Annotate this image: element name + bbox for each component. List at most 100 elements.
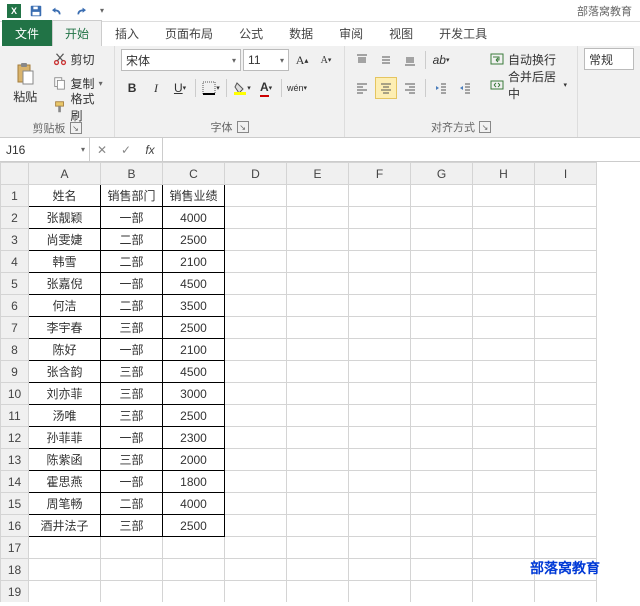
font-launcher[interactable]: ↘ [237,121,249,133]
row-header-15[interactable]: 15 [1,493,29,515]
cell-G9[interactable] [411,361,473,383]
cell-F15[interactable] [349,493,411,515]
cell-F8[interactable] [349,339,411,361]
cell-D8[interactable] [225,339,287,361]
cell-B8[interactable]: 一部 [101,339,163,361]
cell-H18[interactable] [473,559,535,581]
font-size-combo[interactable]: 11▾ [243,49,289,71]
cell-C5[interactable]: 4500 [163,273,225,295]
row-header-10[interactable]: 10 [1,383,29,405]
cell-C11[interactable]: 2500 [163,405,225,427]
cell-A19[interactable] [29,581,101,603]
cell-A9[interactable]: 张含韵 [29,361,101,383]
worksheet-grid[interactable]: ABCDEFGHI1姓名销售部门销售业绩2张靓颖一部40003尚雯婕二部2500… [0,162,640,602]
cell-D13[interactable] [225,449,287,471]
cell-E5[interactable] [287,273,349,295]
cell-G6[interactable] [411,295,473,317]
tab-3[interactable]: 公式 [226,20,276,46]
cell-G15[interactable] [411,493,473,515]
cell-B7[interactable]: 三部 [101,317,163,339]
clipboard-launcher[interactable]: ↘ [70,122,82,134]
tab-2[interactable]: 页面布局 [152,20,226,46]
cell-B3[interactable]: 二部 [101,229,163,251]
row-header-6[interactable]: 6 [1,295,29,317]
cell-A14[interactable]: 霍思燕 [29,471,101,493]
cell-A4[interactable]: 韩雪 [29,251,101,273]
grow-font-button[interactable]: A▴ [291,49,313,71]
cell-C10[interactable]: 3000 [163,383,225,405]
number-format-combo[interactable]: 常规 [584,48,634,70]
cell-C18[interactable] [163,559,225,581]
align-left-button[interactable] [351,77,373,99]
cell-B1[interactable]: 销售部门 [101,185,163,207]
cell-F11[interactable] [349,405,411,427]
alignment-launcher[interactable]: ↘ [479,121,491,133]
cell-B4[interactable]: 二部 [101,251,163,273]
cell-G10[interactable] [411,383,473,405]
col-header-F[interactable]: F [349,163,411,185]
cell-B18[interactable] [101,559,163,581]
cell-I3[interactable] [535,229,597,251]
wrap-text-button[interactable]: 自动换行 [486,48,571,70]
cell-G8[interactable] [411,339,473,361]
cell-D9[interactable] [225,361,287,383]
col-header-B[interactable]: B [101,163,163,185]
cell-A12[interactable]: 孙菲菲 [29,427,101,449]
cell-C2[interactable]: 4000 [163,207,225,229]
cell-C9[interactable]: 4500 [163,361,225,383]
cell-B16[interactable]: 三部 [101,515,163,537]
cell-A16[interactable]: 酒井法子 [29,515,101,537]
align-middle-button[interactable] [375,49,397,71]
col-header-A[interactable]: A [29,163,101,185]
cell-H17[interactable] [473,537,535,559]
row-header-19[interactable]: 19 [1,581,29,603]
cell-A7[interactable]: 李宇春 [29,317,101,339]
cell-D4[interactable] [225,251,287,273]
row-header-5[interactable]: 5 [1,273,29,295]
cell-C15[interactable]: 4000 [163,493,225,515]
cancel-button[interactable]: ✕ [90,138,114,161]
cell-B10[interactable]: 三部 [101,383,163,405]
font-color-button[interactable]: A▾ [255,77,277,99]
qat-customize[interactable]: ▾ [92,2,112,20]
cell-C1[interactable]: 销售业绩 [163,185,225,207]
undo-button[interactable] [48,2,68,20]
decrease-indent-button[interactable] [430,77,452,99]
cut-button[interactable]: 剪切 [49,48,109,70]
cell-E7[interactable] [287,317,349,339]
cell-F13[interactable] [349,449,411,471]
cell-D6[interactable] [225,295,287,317]
enter-button[interactable]: ✓ [114,138,138,161]
cell-I2[interactable] [535,207,597,229]
cell-G1[interactable] [411,185,473,207]
cell-E11[interactable] [287,405,349,427]
cell-D16[interactable] [225,515,287,537]
cell-H15[interactable] [473,493,535,515]
tab-5[interactable]: 审阅 [326,20,376,46]
cell-I7[interactable] [535,317,597,339]
row-header-14[interactable]: 14 [1,471,29,493]
cell-G14[interactable] [411,471,473,493]
cell-A5[interactable]: 张嘉倪 [29,273,101,295]
cell-B14[interactable]: 一部 [101,471,163,493]
cell-B6[interactable]: 二部 [101,295,163,317]
cell-G11[interactable] [411,405,473,427]
cell-D18[interactable] [225,559,287,581]
borders-button[interactable]: ▾ [200,77,222,99]
merge-center-button[interactable]: 合并后居中 ▾ [486,74,571,96]
cell-E14[interactable] [287,471,349,493]
cell-A1[interactable]: 姓名 [29,185,101,207]
cell-C13[interactable]: 2000 [163,449,225,471]
row-header-11[interactable]: 11 [1,405,29,427]
cell-I10[interactable] [535,383,597,405]
cell-I6[interactable] [535,295,597,317]
cell-C19[interactable] [163,581,225,603]
underline-button[interactable]: U▾ [169,77,191,99]
col-header-I[interactable]: I [535,163,597,185]
col-header-G[interactable]: G [411,163,473,185]
row-header-3[interactable]: 3 [1,229,29,251]
redo-button[interactable] [70,2,90,20]
cell-E10[interactable] [287,383,349,405]
cell-E15[interactable] [287,493,349,515]
cell-B19[interactable] [101,581,163,603]
